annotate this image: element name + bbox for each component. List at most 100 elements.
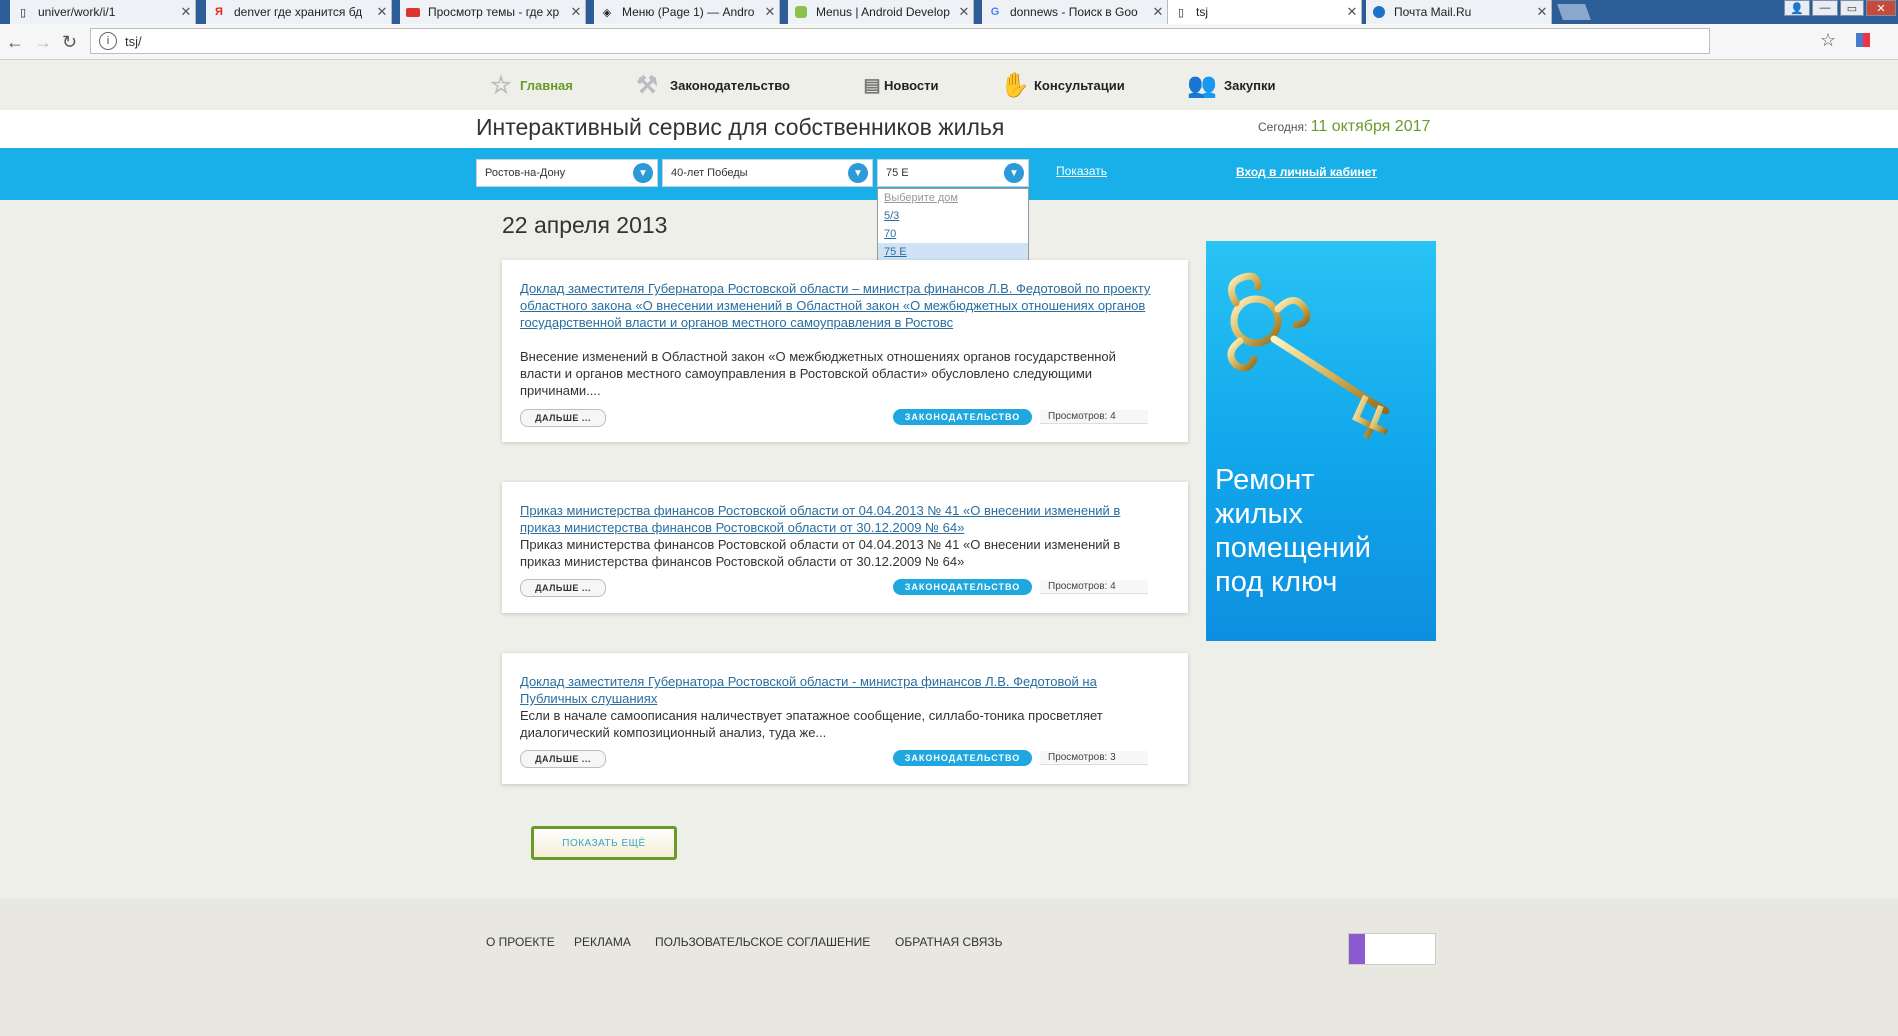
browser-tab-strip: ▯ univer/work/i/1 ✕ Я denver где хранитс… (0, 0, 1898, 24)
address-bar: ← → ↻ i tsj/ ☆ (0, 24, 1898, 60)
nav-label: Законодательство (670, 77, 790, 93)
browser-tab[interactable]: ◈ Меню (Page 1) — Andro ✕ (594, 0, 780, 24)
street-value: 40-лет Победы (671, 167, 748, 179)
show-more-button[interactable]: ПОКАЗАТЬ ЕЩЁ (531, 826, 677, 860)
minimize-icon[interactable]: — (1812, 0, 1838, 16)
footer-link-ads[interactable]: РЕКЛАМА (574, 935, 631, 949)
golden-key-icon (1227, 272, 1390, 440)
views-count: Просмотров: 3 (1040, 751, 1148, 765)
tab-title: tsj (1196, 5, 1208, 19)
city-value: Ростов-на-Дону (485, 167, 566, 179)
chevron-down-icon[interactable]: ▼ (1004, 163, 1024, 183)
house-select[interactable]: 75 Е ▼ (877, 159, 1029, 187)
browser-tab[interactable]: ▯ univer/work/i/1 ✕ (10, 0, 196, 24)
window-close-icon[interactable]: ✕ (1866, 0, 1896, 16)
views-count: Просмотров: 4 (1040, 410, 1148, 424)
house-option[interactable]: Выберите дом (878, 189, 1028, 207)
banner-line: помещений (1215, 532, 1371, 564)
tab-title: donnews - Поиск в Goo (1010, 5, 1138, 19)
today-label: Сегодня: (1258, 120, 1308, 134)
nav-item-home[interactable]: ☆ Главная (488, 72, 573, 99)
browser-tab[interactable]: G donnews - Поиск в Goo ✕ (982, 0, 1168, 24)
house-option[interactable]: 70 (878, 225, 1028, 243)
views-count: Просмотров: 4 (1040, 580, 1148, 594)
chevron-down-icon[interactable]: ▼ (633, 163, 653, 183)
city-select[interactable]: Ростов-на-Дону ▼ (476, 159, 658, 187)
gavel-icon: ⚒ (636, 71, 658, 99)
back-icon[interactable]: ← (6, 32, 24, 53)
browser-tab[interactable]: Почта Mail.Ru ✕ (1366, 0, 1552, 24)
date-heading: 22 апреля 2013 (502, 212, 668, 238)
counter-icon[interactable] (1348, 933, 1436, 965)
article-card: Приказ министерства финансов Ростовской … (502, 482, 1188, 613)
nav-label: Консультации (1034, 77, 1125, 93)
show-link[interactable]: Показать (1056, 164, 1107, 178)
footer-link-feedback[interactable]: ОБРАТНАЯ СВЯЗЬ (895, 935, 1003, 949)
document-icon: ▤ (863, 74, 881, 95)
nav-item-consultations[interactable]: ✋ Консультации (1000, 71, 1125, 99)
header-bar: Интерактивный сервис для собственников ж… (0, 110, 1898, 148)
category-badge[interactable]: ЗАКОНОДАТЕЛЬСТВО (893, 750, 1032, 766)
user-icon[interactable]: 👤 (1784, 0, 1810, 16)
banner-text: Ремонт жилых помещений под ключ (1215, 463, 1371, 599)
handshake-icon: ✋ (1000, 71, 1030, 99)
browser-tab[interactable]: Menus | Android Develop ✕ (788, 0, 974, 24)
bookmark-star-icon[interactable]: ☆ (1820, 30, 1836, 51)
info-icon[interactable]: i (99, 32, 117, 50)
house-option[interactable]: 5/3 (878, 207, 1028, 225)
read-more-button[interactable]: ДАЛЬШЕ ... (520, 750, 606, 768)
page-icon: ▯ (1177, 6, 1185, 19)
nav-item-legislation[interactable]: ⚒ Законодательство (630, 71, 790, 99)
house-option-selected[interactable]: 75 Е (878, 243, 1028, 261)
login-link[interactable]: Вход в личный кабинет (1236, 165, 1377, 179)
banner-line: Ремонт (1215, 464, 1315, 496)
footer-link-about[interactable]: О ПРОЕКТЕ (486, 935, 555, 949)
close-icon[interactable]: ✕ (1343, 4, 1361, 20)
footer-link-agreement[interactable]: ПОЛЬЗОВАТЕЛЬСКОЕ СОГЛАШЕНИЕ (655, 935, 870, 949)
footer: О ПРОЕКТЕ РЕКЛАМА ПОЛЬЗОВАТЕЛЬСКОЕ СОГЛА… (0, 899, 1898, 1036)
extension-icon[interactable] (1856, 33, 1870, 47)
new-tab-button[interactable] (1557, 4, 1591, 20)
close-icon[interactable]: ✕ (1149, 4, 1167, 20)
banner-line: под ключ (1215, 566, 1338, 598)
close-icon[interactable]: ✕ (1533, 4, 1551, 20)
tab-title: univer/work/i/1 (38, 5, 116, 19)
street-select[interactable]: 40-лет Победы ▼ (662, 159, 873, 187)
article-card: Доклад заместителя Губернатора Ростовско… (502, 653, 1188, 784)
mail-icon (1372, 5, 1386, 19)
ad-banner[interactable]: Ремонт жилых помещений под ключ (1206, 241, 1436, 641)
nav-item-news[interactable]: ▤ Новости (862, 72, 938, 98)
house-value: 75 Е (886, 167, 909, 179)
article-title-link[interactable]: Приказ министерства финансов Ростовской … (520, 502, 1160, 536)
maximize-icon[interactable]: ▭ (1840, 0, 1864, 16)
article-excerpt: Приказ министерства финансов Ростовской … (520, 537, 1121, 569)
nav-label: Главная (520, 77, 573, 93)
article-excerpt: Если в начале самоописания наличествует … (520, 708, 1103, 740)
today-value: 11 октября 2017 (1310, 118, 1431, 135)
category-badge[interactable]: ЗАКОНОДАТЕЛЬСТВО (893, 579, 1032, 595)
category-badge[interactable]: ЗАКОНОДАТЕЛЬСТВО (893, 409, 1032, 425)
tab-title: Menus | Android Develop (816, 5, 950, 19)
article-title-link[interactable]: Доклад заместителя Губернатора Ростовско… (520, 280, 1160, 331)
article-title-link[interactable]: Доклад заместителя Губернатора Ростовско… (520, 673, 1160, 707)
close-icon[interactable]: ✕ (761, 4, 779, 20)
close-icon[interactable]: ✕ (567, 4, 585, 20)
forward-icon[interactable]: → (34, 32, 52, 53)
banner-line: жилых (1215, 498, 1303, 530)
read-more-button[interactable]: ДАЛЬШЕ ... (520, 579, 606, 597)
read-more-button[interactable]: ДАЛЬШЕ ... (520, 409, 606, 427)
browser-tab[interactable]: Просмотр темы - где хр ✕ (400, 0, 586, 24)
today-date: Сегодня: 11 октября 2017 (1258, 118, 1430, 136)
url-input[interactable]: i tsj/ (90, 28, 1710, 54)
tab-title: denver где хранится бд (234, 5, 363, 19)
close-icon[interactable]: ✕ (955, 4, 973, 20)
forum-icon (406, 5, 420, 19)
close-icon[interactable]: ✕ (177, 4, 195, 20)
reload-icon[interactable]: ↻ (62, 32, 77, 53)
browser-tab[interactable]: Я denver где хранится бд ✕ (206, 0, 392, 24)
browser-tab-active[interactable]: ▯ tsj ✕ (1168, 0, 1362, 24)
chevron-down-icon[interactable]: ▼ (848, 163, 868, 183)
site-navigation: ☆ Главная ⚒ Законодательство ▤ Новости ✋… (0, 60, 1898, 110)
close-icon[interactable]: ✕ (373, 4, 391, 20)
nav-item-purchases[interactable]: 👥 Закупки (1186, 72, 1275, 99)
